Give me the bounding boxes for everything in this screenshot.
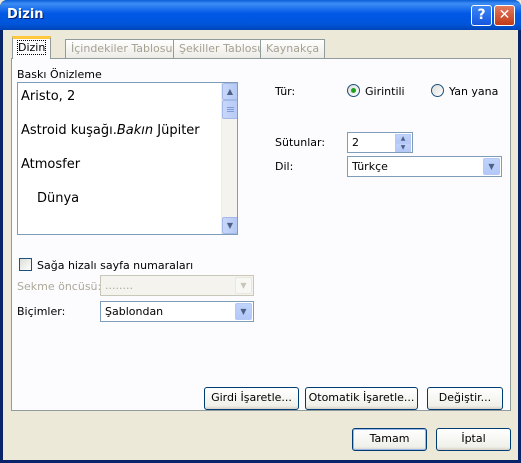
formats-label: Biçimler: bbox=[17, 305, 66, 318]
print-preview-label: Baskı Önizleme bbox=[17, 68, 102, 81]
preview-line: Dünya bbox=[37, 191, 80, 206]
radio-indented[interactable] bbox=[347, 84, 360, 97]
tab-leader-select: ........ ▼ bbox=[100, 275, 254, 296]
spin-down-icon[interactable]: ▼ bbox=[395, 143, 411, 152]
dialog-window: Dizin ? ✕ Dizin İçindekiler Tablosu Şeki… bbox=[0, 0, 521, 463]
right-align-checkbox[interactable] bbox=[19, 258, 32, 271]
right-align-label[interactable]: Sağa hizalı sayfa numaraları bbox=[37, 259, 193, 272]
language-label: Dil: bbox=[275, 160, 294, 173]
window-title: Dizin bbox=[7, 7, 44, 22]
title-bar[interactable]: Dizin ? ✕ bbox=[0, 0, 521, 30]
tab-bibliography[interactable]: Kaynakça bbox=[260, 39, 326, 58]
automark-button[interactable]: Otomatik İşaretle... bbox=[305, 387, 418, 410]
tab-table-of-figures[interactable]: Şekiller Tablosu bbox=[173, 39, 271, 58]
preview-line: Atmosfer bbox=[21, 157, 81, 172]
close-icon[interactable]: ✕ bbox=[494, 5, 515, 26]
language-value: Türkçe bbox=[352, 160, 388, 173]
scroll-up-icon[interactable]: ▲ bbox=[222, 83, 237, 100]
scroll-thumb[interactable] bbox=[222, 100, 237, 119]
language-select[interactable]: Türkçe ▼ bbox=[347, 156, 502, 177]
chevron-down-icon[interactable]: ▼ bbox=[235, 303, 252, 320]
formats-select[interactable]: Şablondan ▼ bbox=[100, 301, 254, 322]
chevron-down-icon: ▼ bbox=[235, 277, 252, 294]
preview-scrollbar[interactable]: ▲ ▼ bbox=[221, 83, 237, 234]
tab-table-of-contents[interactable]: İçindekiler Tablosu bbox=[65, 39, 179, 58]
dialog-client: Dizin İçindekiler Tablosu Şekiller Tablo… bbox=[3, 30, 518, 460]
spin-up-icon[interactable]: ▲ bbox=[395, 134, 411, 143]
tab-leader-value: ........ bbox=[105, 279, 133, 292]
radio-indented-label[interactable]: Girintili bbox=[365, 85, 405, 98]
type-label: Tür: bbox=[275, 85, 296, 98]
mark-entry-button[interactable]: Girdi İşaretle... bbox=[204, 387, 299, 410]
chevron-down-icon[interactable]: ▼ bbox=[483, 158, 500, 175]
ok-button[interactable]: Tamam bbox=[352, 428, 427, 451]
help-icon[interactable]: ? bbox=[471, 5, 492, 26]
modify-button[interactable]: Değiştir... bbox=[427, 387, 503, 410]
columns-value[interactable]: 2 bbox=[352, 136, 359, 149]
cancel-button[interactable]: İptal bbox=[436, 428, 511, 451]
preview-line: Aristo, 2 bbox=[21, 89, 76, 104]
preview-line: Astroid kuşağı.Bakın Jüpiter bbox=[21, 123, 200, 138]
formats-value: Şablondan bbox=[105, 305, 164, 318]
tab-leader-label: Sekme öncüsü: bbox=[17, 280, 102, 293]
tab-dizin[interactable]: Dizin bbox=[12, 36, 52, 59]
radio-run-in[interactable] bbox=[431, 84, 444, 97]
scroll-down-icon[interactable]: ▼ bbox=[222, 217, 237, 234]
columns-spinner[interactable]: 2 ▲ ▼ bbox=[347, 132, 413, 153]
columns-label: Sütunlar: bbox=[275, 136, 326, 149]
print-preview: Aristo, 2 Astroid kuşağı.Bakın Jüpiter A… bbox=[17, 82, 238, 235]
radio-run-in-label[interactable]: Yan yana bbox=[449, 85, 498, 98]
